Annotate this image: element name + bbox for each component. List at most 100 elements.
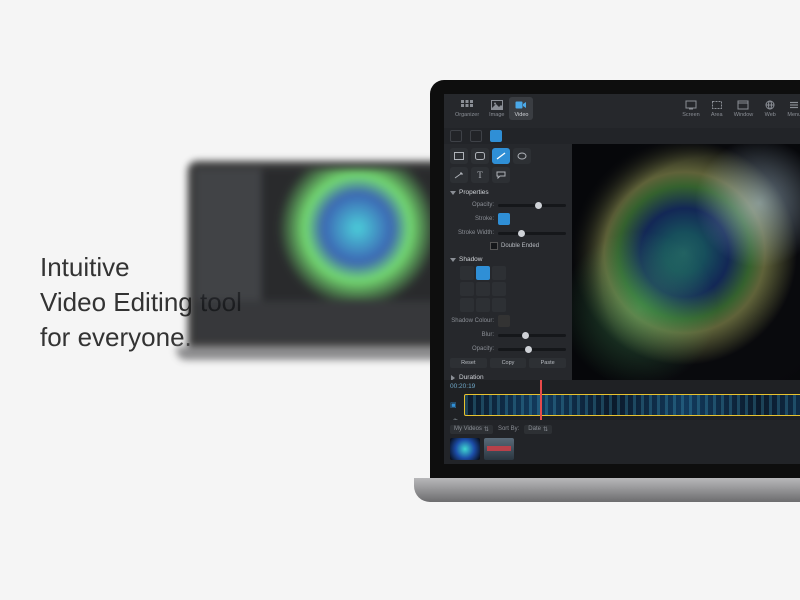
tool-line[interactable] <box>492 148 510 164</box>
video-track: ▣ <box>450 392 800 418</box>
main-area: T Properties Opacity: <box>444 144 800 380</box>
shadow-position-grid <box>460 266 566 312</box>
capture-area[interactable]: Area <box>705 97 729 120</box>
properties-section: Properties Opacity: Stroke: Stroke <box>450 189 566 250</box>
tab-label: Video <box>514 112 528 118</box>
tab-organizer[interactable]: Organizer <box>450 97 484 120</box>
shadow-colour-row: Shadow Colour: <box>450 315 566 327</box>
reset-button[interactable]: Reset <box>450 358 487 368</box>
timecode: 00:20:19 <box>450 383 800 390</box>
stroke-width-slider[interactable] <box>498 232 566 235</box>
capture-window[interactable]: Window <box>729 97 759 120</box>
shadow-pos[interactable] <box>476 266 490 280</box>
tab-label: Screen <box>682 112 699 118</box>
tool-text[interactable]: T <box>471 167 489 183</box>
properties-header[interactable]: Properties <box>450 189 566 196</box>
shadow-pos[interactable] <box>492 266 506 280</box>
stroke-width-label: Stroke Width: <box>450 230 498 236</box>
shadow-pos[interactable] <box>492 298 506 312</box>
shadow-header[interactable]: Shadow <box>450 256 566 263</box>
tab-label: Organizer <box>455 112 479 118</box>
shadow-pos[interactable] <box>476 282 490 296</box>
copy-button[interactable]: Copy <box>490 358 527 368</box>
source-select[interactable]: My Videos ⇅ <box>450 425 493 434</box>
tab-image[interactable]: Image <box>484 97 509 120</box>
sort-value: Date <box>528 426 541 432</box>
subtool-2[interactable] <box>470 130 482 142</box>
tool-rect[interactable] <box>450 148 468 164</box>
media-thumb[interactable] <box>484 438 514 460</box>
video-canvas[interactable] <box>572 144 800 380</box>
shadow-colour-swatch[interactable] <box>498 315 510 327</box>
web-icon <box>763 99 777 111</box>
chevron-updown-icon: ⇅ <box>484 426 489 433</box>
checkbox-icon <box>490 242 498 250</box>
stroke-width-row: Stroke Width: <box>450 227 566 239</box>
capture-web[interactable]: Web <box>758 97 782 120</box>
shadow-pos[interactable] <box>476 298 490 312</box>
sort-prefix: Sort By: <box>498 426 519 432</box>
capture-screen[interactable]: Screen <box>677 97 704 120</box>
shadow-blur-slider[interactable] <box>498 334 566 337</box>
laptop-deck <box>414 478 800 502</box>
shadow-opacity-slider[interactable] <box>498 348 566 351</box>
foreground-laptop: Organizer Image Video <box>430 80 800 502</box>
menu-icon <box>787 99 800 111</box>
grid-icon <box>460 99 474 111</box>
toolbar-right-group: Screen Area Window Web <box>677 97 800 120</box>
playhead[interactable] <box>540 380 542 420</box>
shadow-opacity-row: Opacity: <box>450 343 566 355</box>
inspector-sidebar: T Properties Opacity: <box>444 144 572 380</box>
toolbar-left-group: Organizer Image Video <box>450 97 533 120</box>
shadow-section: Shadow <box>450 256 566 368</box>
screen-icon <box>684 99 698 111</box>
media-thumb[interactable] <box>450 438 480 460</box>
chevron-down-icon <box>450 258 456 262</box>
tab-label: Web <box>765 112 776 118</box>
video-icon <box>514 99 528 111</box>
sub-toolbar <box>444 128 800 144</box>
paste-button[interactable]: Paste <box>529 358 566 368</box>
tab-label: Area <box>711 112 723 118</box>
area-icon <box>710 99 724 111</box>
tool-oval[interactable] <box>513 148 531 164</box>
shadow-colour-label: Shadow Colour: <box>450 318 498 324</box>
browser-controls: My Videos ⇅ Sort By: Date ⇅ <box>450 423 800 435</box>
media-thumbnails <box>450 438 800 460</box>
shadow-opacity-label: Opacity: <box>450 346 498 352</box>
stroke-row: Stroke: <box>450 213 566 225</box>
tool-arrow[interactable] <box>450 167 468 183</box>
video-clip[interactable] <box>464 394 800 416</box>
main-toolbar: Organizer Image Video <box>444 94 800 128</box>
shadow-blur-row: Blur: <box>450 329 566 341</box>
stroke-color-swatch[interactable] <box>498 213 510 225</box>
media-browser: My Videos ⇅ Sort By: Date ⇅ <box>444 420 800 464</box>
video-track-icon: ▣ <box>450 401 464 409</box>
tab-video[interactable]: Video <box>509 97 533 120</box>
shadow-pos[interactable] <box>460 282 474 296</box>
section-title: Properties <box>459 189 489 196</box>
tab-label: Window <box>734 112 754 118</box>
capture-menu[interactable]: Menu <box>782 97 800 120</box>
tab-label: Image <box>489 112 504 118</box>
shadow-pos[interactable] <box>460 266 474 280</box>
subtool-1[interactable] <box>450 130 462 142</box>
timeline: 00:20:19 ▣ 🔊 <box>444 380 800 420</box>
chevron-updown-icon: ⇅ <box>543 426 548 433</box>
image-icon <box>490 99 504 111</box>
tool-callout[interactable] <box>492 167 510 183</box>
opacity-slider[interactable] <box>498 204 566 207</box>
shadow-pos[interactable] <box>492 282 506 296</box>
opacity-label: Opacity: <box>450 202 498 208</box>
source-label: My Videos <box>454 426 482 432</box>
tab-label: Menu <box>787 112 800 118</box>
chevron-down-icon <box>450 191 456 195</box>
stroke-label: Stroke: <box>450 216 498 222</box>
shadow-pos[interactable] <box>460 298 474 312</box>
window-icon <box>736 99 750 111</box>
subtool-3[interactable] <box>490 130 502 142</box>
sort-select[interactable]: Date ⇅ <box>524 425 552 434</box>
tool-roundrect[interactable] <box>471 148 489 164</box>
double-ended-check[interactable]: Double Ended <box>450 242 566 250</box>
section-title: Shadow <box>459 256 483 263</box>
